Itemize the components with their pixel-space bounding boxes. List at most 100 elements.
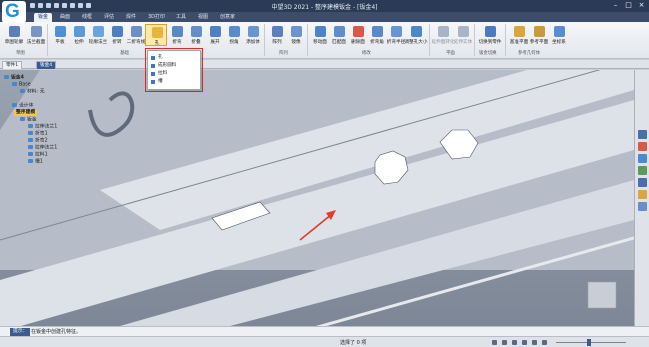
draw-icon xyxy=(28,152,33,156)
tree-node-draw-1[interactable]: 拉料1 xyxy=(28,152,48,158)
extend-solid-button[interactable]: 延伸实体 xyxy=(452,24,474,46)
section-icon[interactable] xyxy=(638,202,647,211)
fold-up-icon xyxy=(191,26,202,37)
add-body-icon xyxy=(248,26,259,37)
design-body-icon xyxy=(12,103,17,107)
datum-plane-icon xyxy=(514,26,525,37)
zoom-slider-knob[interactable] xyxy=(587,339,591,346)
tab-wireframe[interactable]: 线框 xyxy=(78,13,96,22)
right-toolbar xyxy=(634,70,649,326)
title-bar: G 中望3D 2021 - 整序建模钣金 - [钣金4] – □ × xyxy=(0,0,649,23)
flange-section-button[interactable]: 法兰截面 xyxy=(25,24,47,46)
slot-icon xyxy=(28,159,33,163)
bend-icon xyxy=(28,131,33,135)
bend-icon xyxy=(172,26,183,37)
corner-icon xyxy=(229,26,240,37)
tab-view[interactable]: 视图 xyxy=(194,13,212,22)
tab-creative[interactable]: 创意家 xyxy=(216,13,239,22)
group-label-pattern: 阵列 xyxy=(279,51,288,56)
material-icon xyxy=(20,89,25,93)
highlight-box xyxy=(145,48,203,92)
app-window: G 中望3D 2021 - 整序建模钣金 - [钣金4] – □ × 钣金 曲面… xyxy=(0,0,649,347)
group-label-sheetmetal-switch: 钣金切换 xyxy=(479,51,497,56)
tree-node-sheetmetal[interactable]: 钣金 xyxy=(20,117,37,123)
tab-tools[interactable]: 工具 xyxy=(172,13,190,22)
flange-icon xyxy=(28,145,33,149)
hole-icon xyxy=(152,27,163,38)
command-prompt: 在钣金中创建孔特征。 xyxy=(31,329,82,335)
base-icon xyxy=(12,82,17,86)
match-face-icon xyxy=(334,26,345,37)
tab-evaluate[interactable]: 评估 xyxy=(100,13,118,22)
tree-node-ordered-modeling[interactable]: 整序建模 xyxy=(14,110,38,116)
tree-node-base[interactable]: Base xyxy=(12,82,31,88)
shading-icon[interactable] xyxy=(638,178,647,187)
tree-node-root[interactable]: 钣金4 xyxy=(4,75,24,81)
feature-tree: 钣金4 Base 材料: 无 设计体 整序建模 钣金 拉伸法兰1 折弯1 折弯2… xyxy=(2,74,112,174)
sketch-icon xyxy=(9,26,20,37)
tab-3d-print[interactable]: 3D打印 xyxy=(144,13,169,22)
maximize-button[interactable]: □ xyxy=(623,1,634,10)
tab-sheetmetal[interactable]: 钣金 xyxy=(34,13,53,22)
mirror-icon xyxy=(291,26,302,37)
reference-plane-icon xyxy=(534,26,545,37)
tree-node-flange-2[interactable]: 拉伸法兰1 xyxy=(28,145,57,151)
filter-icon[interactable] xyxy=(492,340,497,345)
command-label: 提示： xyxy=(10,328,31,336)
settings-icon[interactable] xyxy=(542,340,547,345)
ribbon-separator xyxy=(474,24,475,56)
doc-tab-part1[interactable]: 零件1 xyxy=(2,61,23,69)
view-right-icon[interactable] xyxy=(638,166,647,175)
coordinate-system-button[interactable]: 坐标系 xyxy=(548,24,570,46)
tree-node-material[interactable]: 材料: 无 xyxy=(20,89,45,95)
mirror-button[interactable]: 镜像 xyxy=(285,24,307,46)
view-front-icon[interactable] xyxy=(638,142,647,151)
fold-icon xyxy=(112,26,123,37)
tree-node-slot-1[interactable]: 槽1 xyxy=(28,159,43,165)
coordinate-system-icon xyxy=(554,26,565,37)
render-icon[interactable] xyxy=(638,190,647,199)
delete-face-icon xyxy=(353,26,364,37)
tab-weldment[interactable]: 焊件 xyxy=(122,13,140,22)
logo-letter: G xyxy=(5,1,20,22)
close-button[interactable]: × xyxy=(636,1,647,10)
app-logo[interactable]: G xyxy=(2,1,26,23)
extend-face-icon xyxy=(438,26,449,37)
layer-icon[interactable] xyxy=(522,340,527,345)
bend-angle-icon xyxy=(372,26,383,37)
display-icon[interactable] xyxy=(532,340,537,345)
sheetmetal-icon xyxy=(20,117,25,121)
resize-hole-icon xyxy=(411,26,422,37)
contour-flange-icon xyxy=(93,26,104,37)
flange-section-icon xyxy=(31,26,42,37)
zoom-slider[interactable] xyxy=(556,342,626,343)
group-label-sketch: 草图 xyxy=(16,51,25,56)
view-home-icon[interactable] xyxy=(638,130,647,139)
part-icon xyxy=(4,75,9,79)
tree-node-bend-1[interactable]: 折弯1 xyxy=(28,131,48,137)
switch-to-part-button[interactable]: 切换到零件 xyxy=(479,24,501,46)
view-cube[interactable] xyxy=(587,281,617,309)
snap-icon[interactable] xyxy=(512,340,517,345)
view-top-icon[interactable] xyxy=(638,154,647,163)
group-label-reference-geometry: 参考几何体 xyxy=(518,51,540,56)
add-body-button[interactable]: 添加体 xyxy=(242,24,264,46)
tree-node-flange-1[interactable]: 拉伸法兰1 xyxy=(28,124,57,130)
minimize-button[interactable]: – xyxy=(610,1,621,10)
unfold-icon xyxy=(210,26,221,37)
doc-tab-sheetmetal4[interactable]: 钣金4 xyxy=(36,61,57,69)
tree-node-bend-2[interactable]: 折弯2 xyxy=(28,138,48,144)
tab-surface[interactable]: 曲面 xyxy=(56,13,74,22)
grid-icon[interactable] xyxy=(502,340,507,345)
ribbon-tab-strip: 钣金 曲面 线框 评估 焊件 3D打印 工具 视图 创意家 xyxy=(0,12,649,22)
document-tab-bar: 零件1 钣金4 xyxy=(0,60,649,69)
group-label-modify: 修改 xyxy=(362,51,371,56)
status-bar: 选择了 0 项 xyxy=(0,336,649,347)
extend-solid-icon xyxy=(458,26,469,37)
bend-icon xyxy=(28,138,33,142)
resize-hole-button[interactable]: 调整孔大小 xyxy=(405,24,427,46)
tree-node-design-body[interactable]: 设计体 xyxy=(12,103,33,109)
flange-icon xyxy=(28,124,33,128)
command-bar: 提示： 在钣金中创建孔特征。 xyxy=(0,326,649,336)
window-title: 中望3D 2021 - 整序建模钣金 - [钣金4] xyxy=(271,4,378,11)
